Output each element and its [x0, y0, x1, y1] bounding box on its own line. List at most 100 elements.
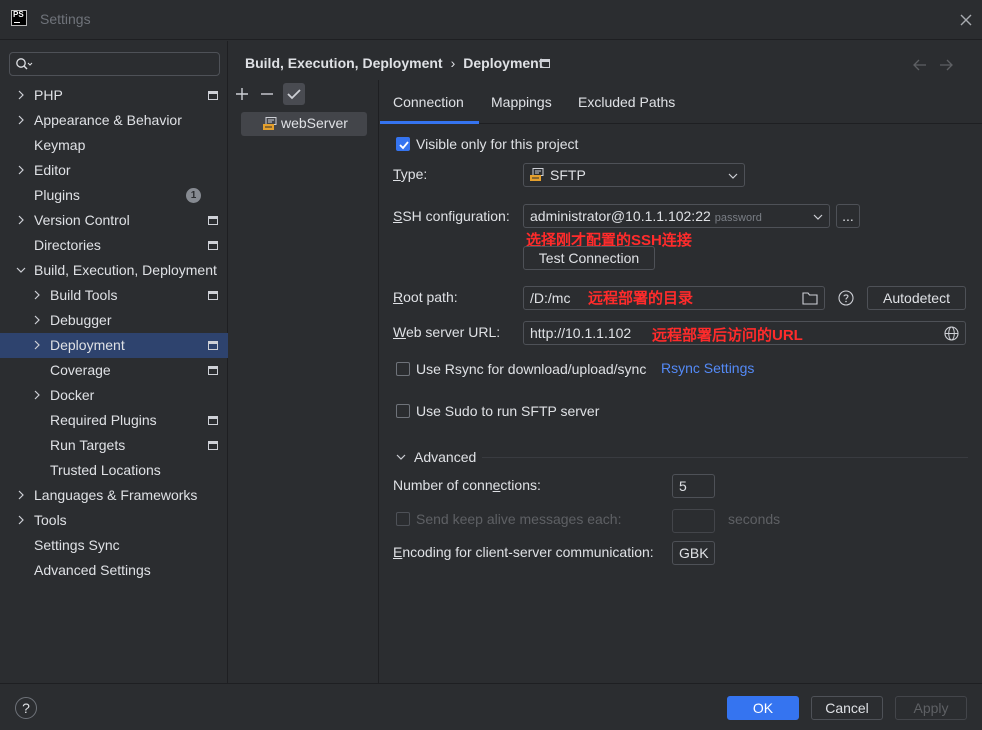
- ssh-configuration-value: administrator@10.1.1.102:22 password: [530, 208, 762, 224]
- web-server-url-label: Web server URL:: [393, 324, 500, 340]
- ssh-label-rest: SH configuration:: [402, 208, 510, 224]
- type-value: SFTP: [550, 167, 586, 183]
- tree-item-trusted-locations[interactable]: Trusted Locations: [0, 458, 228, 483]
- search-icon: [16, 58, 33, 70]
- tree-item-label: Settings Sync: [34, 537, 120, 553]
- chevron-right-icon[interactable]: [16, 515, 26, 525]
- tab-selected-indicator: [380, 121, 479, 124]
- project-level-icon: [208, 291, 218, 300]
- chevron-right-icon[interactable]: [16, 115, 26, 125]
- chevron-right-icon[interactable]: [16, 490, 26, 500]
- tab-connection[interactable]: Connection: [393, 94, 464, 110]
- tree-item-label: Advanced Settings: [34, 562, 151, 578]
- tab-excluded-paths[interactable]: Excluded Paths: [578, 94, 675, 110]
- ok-button[interactable]: OK: [727, 696, 799, 720]
- server-item-webserver[interactable]: webServer: [241, 112, 367, 136]
- tree-item-php[interactable]: PHP: [0, 83, 228, 108]
- tree-item-settings-sync[interactable]: Settings Sync: [0, 533, 228, 558]
- ssh-configuration-more-button[interactable]: ...: [836, 204, 860, 228]
- use-sudo-checkbox[interactable]: [396, 404, 410, 418]
- server-list-panel: webServer: [229, 80, 379, 683]
- tree-item-tools[interactable]: Tools: [0, 508, 228, 533]
- tree-item-editor[interactable]: Editor: [0, 158, 228, 183]
- chevron-right-icon[interactable]: [32, 340, 42, 350]
- seconds-label: seconds: [728, 511, 781, 527]
- number-of-connections-input[interactable]: 5: [672, 474, 715, 498]
- tree-item-languages-frameworks[interactable]: Languages & Frameworks: [0, 483, 228, 508]
- ssh-label-mnemonic: S: [393, 208, 403, 224]
- chevron-down-icon[interactable]: [16, 265, 26, 275]
- autodetect-button[interactable]: Autodetect: [867, 286, 966, 310]
- use-rsync-checkbox[interactable]: [396, 362, 410, 376]
- chevron-right-icon[interactable]: [16, 165, 26, 175]
- ssh-host: administrator@10.1.1.102:22: [530, 208, 711, 224]
- breadcrumb-parent[interactable]: Build, Execution, Deployment: [245, 55, 443, 71]
- project-level-icon: [208, 366, 218, 375]
- forward-arrow-icon[interactable]: [938, 58, 954, 72]
- encoding-label-rest: ncoding for client-server communication:: [402, 544, 654, 560]
- connections-label: Number of connections:: [393, 477, 541, 493]
- use-rsync-label: Use Rsync for download/upload/sync: [416, 361, 647, 377]
- tree-item-deployment[interactable]: Deployment: [0, 333, 228, 358]
- plus-icon[interactable]: [231, 83, 253, 105]
- project-level-icon: [208, 341, 218, 350]
- apply-button[interactable]: Apply: [895, 696, 967, 720]
- search-box[interactable]: [9, 52, 220, 76]
- chevron-down-icon: [813, 214, 823, 220]
- rsync-settings-link[interactable]: Rsync Settings: [661, 360, 754, 376]
- web-label-mnemonic: W: [393, 324, 406, 340]
- keep-alive-checkbox[interactable]: [396, 512, 410, 526]
- project-level-icon: [208, 416, 218, 425]
- help-circle-icon[interactable]: [838, 290, 854, 306]
- encoding-input[interactable]: GBK: [672, 541, 715, 565]
- tree-item-directories[interactable]: Directories: [0, 233, 228, 258]
- type-label: Type:: [393, 166, 427, 182]
- check-icon: [399, 141, 409, 150]
- tree-item-build-execution-deployment[interactable]: Build, Execution, Deployment: [0, 258, 228, 283]
- tree-item-plugins[interactable]: Plugins 1: [0, 183, 228, 208]
- tree-item-run-targets[interactable]: Run Targets: [0, 433, 228, 458]
- tree-item-advanced-settings[interactable]: Advanced Settings: [0, 558, 228, 583]
- web-label-rest: eb server URL:: [405, 324, 501, 340]
- check-icon[interactable]: [283, 83, 305, 105]
- cancel-button[interactable]: Cancel: [811, 696, 883, 720]
- minus-icon[interactable]: [256, 83, 278, 105]
- visible-only-label: Visible only for this project: [416, 136, 579, 152]
- tree-item-label: Deployment: [50, 337, 125, 353]
- globe-icon[interactable]: [944, 326, 959, 341]
- chevron-right-icon[interactable]: [32, 390, 42, 400]
- tree-item-version-control[interactable]: Version Control: [0, 208, 228, 233]
- type-select[interactable]: SFTP: [523, 163, 745, 187]
- tree-item-required-plugins[interactable]: Required Plugins: [0, 408, 228, 433]
- advanced-section-title[interactable]: Advanced: [414, 449, 476, 465]
- ssh-configuration-select[interactable]: administrator@10.1.1.102:22 password: [523, 204, 830, 228]
- back-arrow-icon[interactable]: [912, 58, 928, 72]
- ssh-auth-hint: password: [714, 212, 762, 224]
- tree-item-keymap[interactable]: Keymap: [0, 133, 228, 158]
- sftp-server-icon: [530, 168, 544, 181]
- help-button[interactable]: ?: [15, 697, 37, 719]
- chevron-right-icon[interactable]: [16, 90, 26, 100]
- keep-alive-input[interactable]: [672, 509, 715, 533]
- tree-item-build-tools[interactable]: Build Tools: [0, 283, 228, 308]
- test-connection-button[interactable]: Test Connection: [523, 246, 655, 270]
- visible-only-checkbox[interactable]: [396, 137, 410, 151]
- folder-icon[interactable]: [802, 291, 818, 305]
- encoding-label: Encoding for client-server communication…: [393, 544, 654, 560]
- tab-mappings[interactable]: Mappings: [491, 94, 552, 110]
- web-url-annotation: 远程部署后访问的URL: [652, 327, 803, 344]
- search-input[interactable]: [36, 55, 216, 73]
- tree-item-coverage[interactable]: Coverage: [0, 358, 228, 383]
- chevron-down-icon[interactable]: [396, 452, 406, 462]
- encoding-label-mnemonic: E: [393, 544, 403, 560]
- chevron-right-icon[interactable]: [32, 315, 42, 325]
- tree-item-debugger[interactable]: Debugger: [0, 308, 228, 333]
- close-icon[interactable]: [958, 12, 974, 28]
- chevron-right-icon[interactable]: [16, 215, 26, 225]
- tree-item-appearance[interactable]: Appearance & Behavior: [0, 108, 228, 133]
- connections-label-b: ctions:: [500, 477, 541, 493]
- chevron-right-icon[interactable]: [32, 290, 42, 300]
- encoding-value: GBK: [679, 545, 709, 561]
- tree-item-docker[interactable]: Docker: [0, 383, 228, 408]
- web-server-url-value: http://10.1.1.102: [530, 325, 632, 341]
